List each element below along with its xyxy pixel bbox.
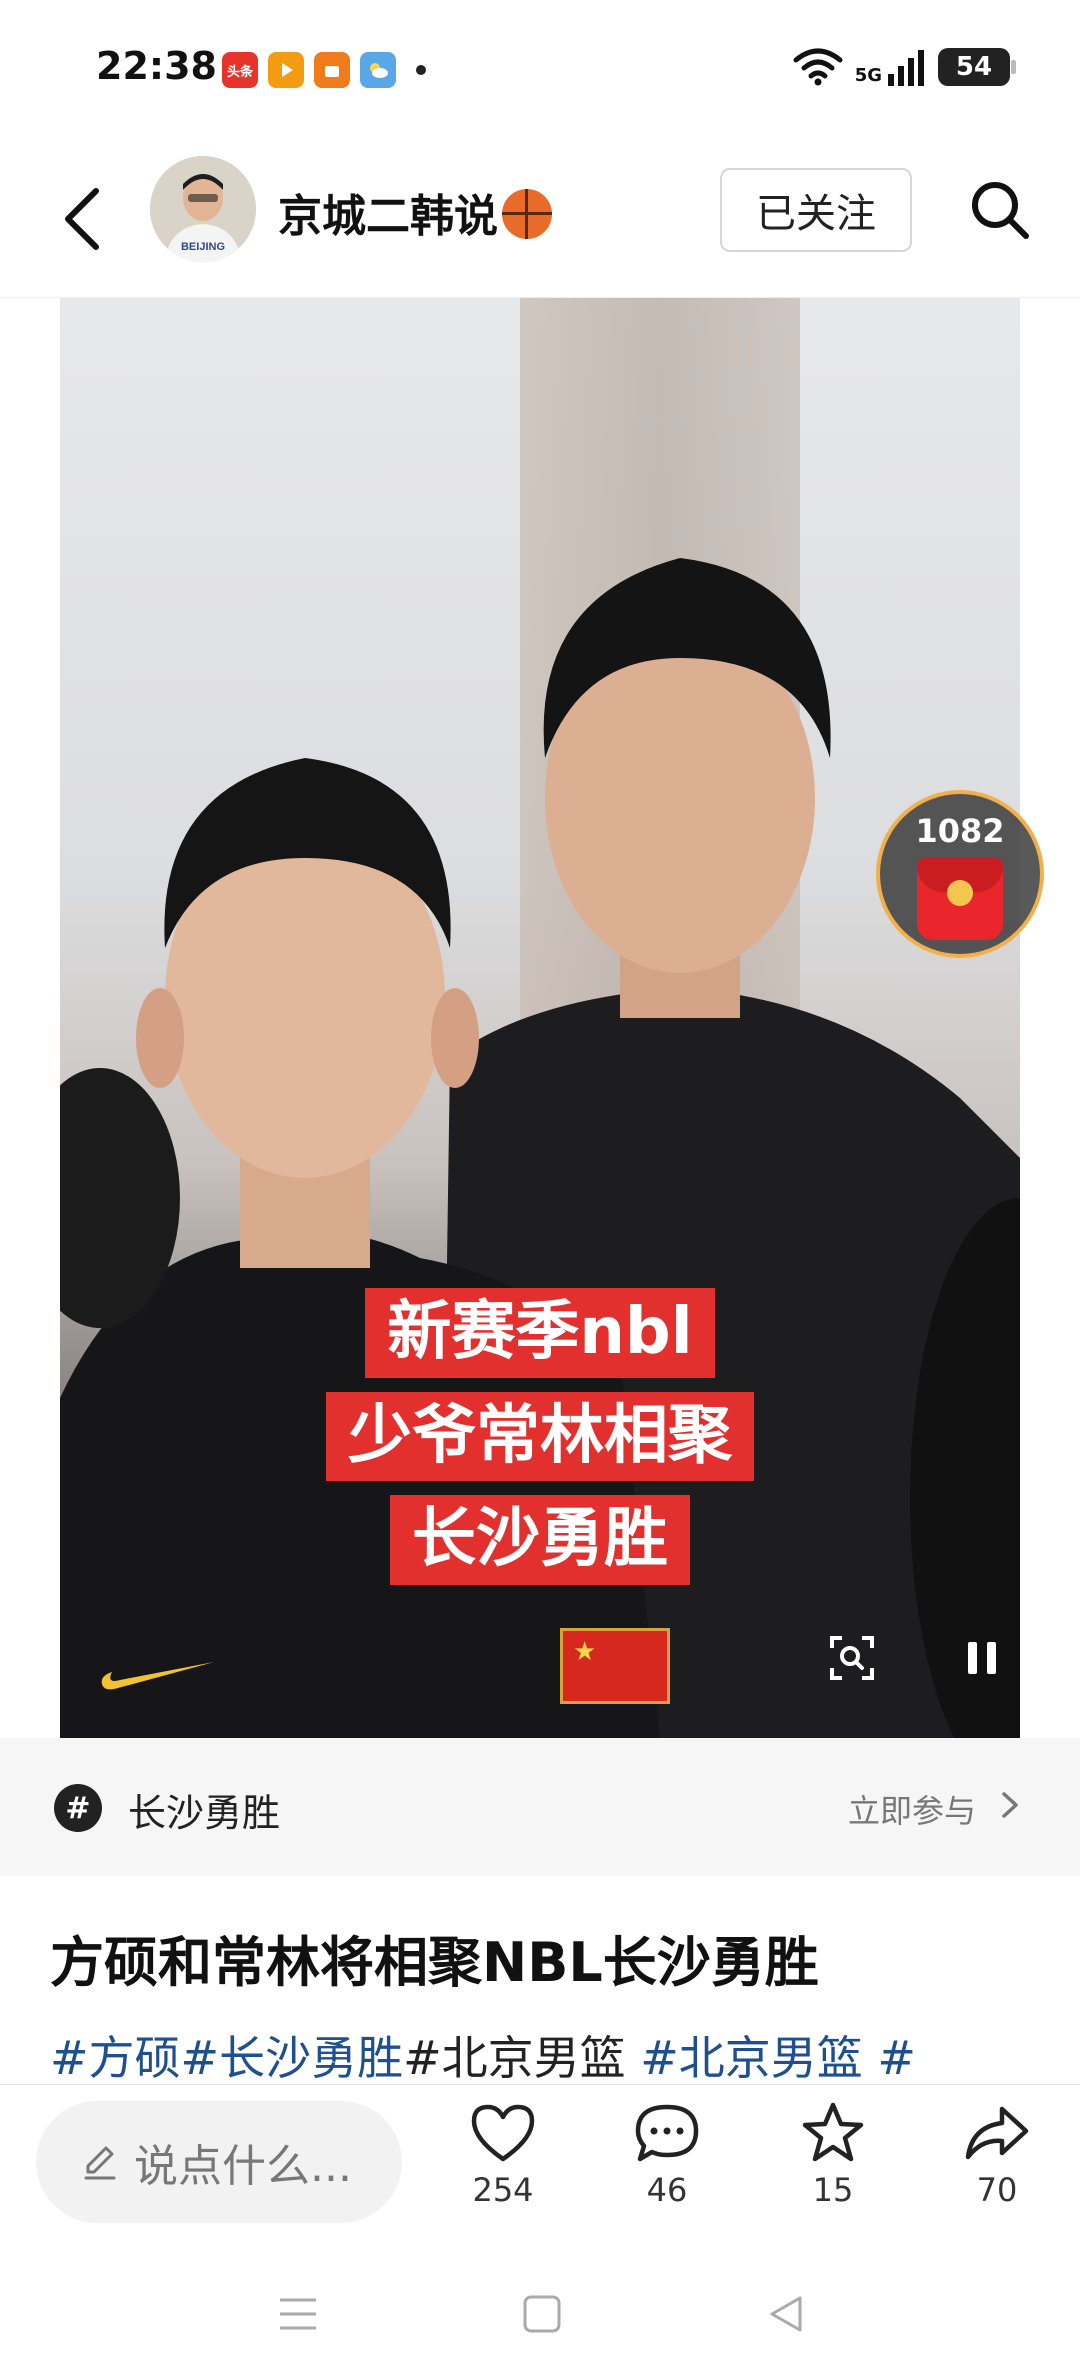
network-type: 5G	[854, 65, 882, 86]
status-bar: 22:38 头条 5G 54	[0, 0, 1080, 140]
visual-search-button[interactable]	[822, 1628, 882, 1688]
red-packet-count: 1082	[915, 812, 1005, 850]
chevron-right-icon[interactable]	[994, 1790, 1024, 1820]
action-bar: 说点什么... 254 46 15 70	[0, 2084, 1080, 2254]
post-header: BEIJING 京城二韩说 已关注	[0, 140, 1080, 298]
nav-home-button[interactable]	[512, 2284, 572, 2344]
share-button[interactable]: 70	[942, 2101, 1052, 2209]
status-indicators: 5G 54	[793, 48, 1016, 86]
notification-dot	[416, 65, 426, 75]
triangle-back-icon	[770, 2296, 802, 2332]
svg-text:BEIJING: BEIJING	[181, 241, 225, 253]
video-caption-line-3: 长沙勇胜	[390, 1495, 690, 1585]
scan-search-icon	[830, 1636, 874, 1680]
star-icon	[802, 2102, 864, 2162]
battery-indicator: 54	[938, 48, 1016, 86]
search-icon	[972, 182, 1029, 239]
nav-menu-button[interactable]	[268, 2284, 328, 2344]
heart-icon	[471, 2104, 535, 2162]
pause-icon	[968, 1642, 996, 1674]
weather-app-icon	[360, 52, 396, 88]
favorite-count: 15	[812, 2171, 854, 2209]
share-arrow-icon	[965, 2106, 1029, 2160]
hashtag-link[interactable]: #	[863, 2031, 916, 2085]
comment-placeholder: 说点什么...	[134, 2141, 352, 2192]
basketball-icon	[502, 189, 552, 239]
chevron-left-icon	[65, 188, 99, 250]
pause-button[interactable]	[952, 1628, 1012, 1688]
menu-icon	[280, 2298, 316, 2330]
comment-button[interactable]: 46	[612, 2101, 722, 2209]
square-home-icon	[523, 2295, 561, 2333]
topic-name[interactable]: 长沙勇胜	[128, 1782, 280, 1837]
comment-bubble-icon	[635, 2104, 699, 2162]
video-caption-line-2: 少爷常林相聚	[326, 1391, 754, 1482]
comment-count: 46	[646, 2171, 688, 2209]
red-packet-widget[interactable]: 1082	[876, 790, 1044, 958]
hashtag-icon: #	[54, 1784, 102, 1832]
topic-bar[interactable]: # 长沙勇胜 立即参与	[0, 1738, 1080, 1876]
like-button[interactable]: 254	[448, 2101, 558, 2209]
hashtag-link[interactable]: #北京男篮	[640, 2031, 863, 2085]
hashtag-text: #北京男篮	[403, 2031, 641, 2085]
post-hashtags: #方硕#长沙勇胜#北京男篮 #北京男篮 #	[50, 2022, 1050, 2088]
search-button[interactable]	[960, 170, 1040, 250]
signal-icon	[888, 50, 924, 86]
author-avatar[interactable]: BEIJING	[150, 156, 256, 262]
status-time: 22:38	[96, 44, 217, 88]
system-nav-bar	[0, 2254, 1080, 2373]
video-captions: 新赛季nbl 少爷常林相聚 长沙勇胜	[60, 1288, 1020, 1585]
hashtag-link[interactable]: #长沙勇胜	[181, 2031, 404, 2085]
nike-logo-icon	[101, 1662, 214, 1690]
china-flag-patch	[560, 1628, 670, 1704]
nav-back-button[interactable]	[756, 2284, 816, 2344]
author-name-text: 京城二韩说	[278, 191, 498, 242]
wifi-icon	[793, 48, 843, 86]
video-caption-line-1: 新赛季nbl	[365, 1288, 715, 1378]
back-button[interactable]	[52, 174, 112, 264]
follow-button[interactable]: 已关注	[720, 168, 912, 252]
share-count: 70	[976, 2171, 1018, 2209]
video-player[interactable]: 新赛季nbl 少爷常林相聚 长沙勇胜	[60, 298, 1020, 1738]
status-app-icons: 头条	[222, 52, 426, 88]
post-title: 方硕和常林将相聚NBL长沙勇胜	[50, 1931, 819, 1994]
video-app-icon	[268, 52, 304, 88]
favorite-button[interactable]: 15	[778, 2101, 888, 2209]
topic-join-link[interactable]: 立即参与	[848, 1786, 976, 1832]
toutiao-icon: 头条	[222, 52, 258, 88]
comment-input[interactable]: 说点什么...	[36, 2101, 402, 2223]
red-envelope-icon	[917, 858, 1003, 940]
hashtag-link[interactable]: #方硕	[50, 2031, 181, 2085]
pencil-icon	[84, 2146, 116, 2180]
author-name[interactable]: 京城二韩说	[278, 180, 552, 244]
store-app-icon	[314, 52, 350, 88]
like-count: 254	[472, 2171, 534, 2209]
